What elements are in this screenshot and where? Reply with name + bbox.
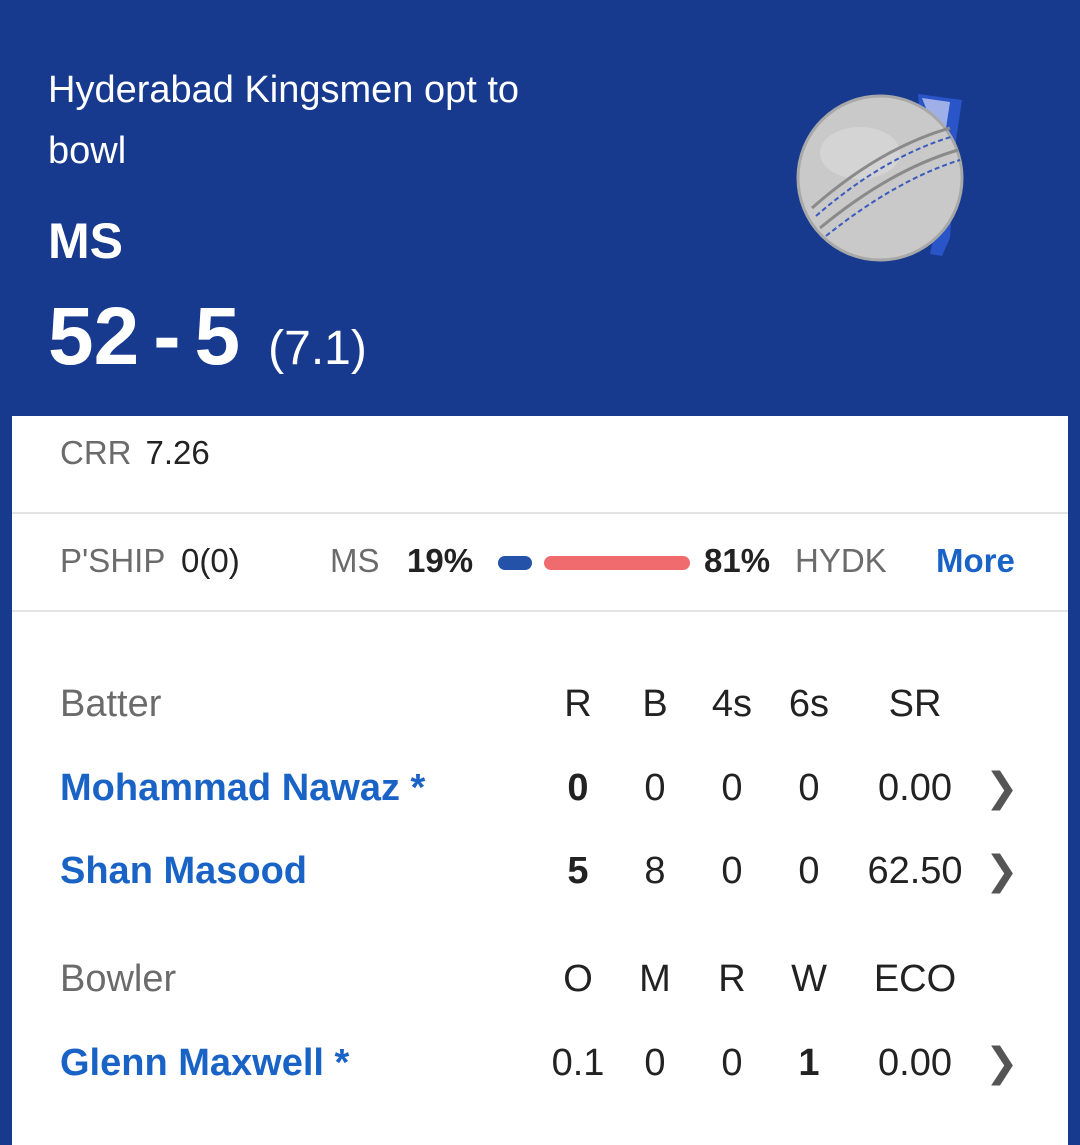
bowling-header: Bowler O M R W ECO xyxy=(60,958,1050,1008)
batter-row[interactable]: Shan Masood 5 8 0 0 62.50 ❯ xyxy=(60,848,1050,900)
win-prob-team1-pct: 19% xyxy=(407,542,474,579)
batter-runs: 5 xyxy=(567,850,589,892)
chevron-right-icon[interactable]: ❯ xyxy=(985,848,1019,894)
strike-rate-column-header: SR xyxy=(888,683,942,725)
bowler-wickets: 1 xyxy=(798,1042,820,1084)
batter-strike-rate: 0.00 xyxy=(878,767,952,809)
wickets: 5 xyxy=(194,291,241,382)
match-status: Hyderabad Kingsmen opt to bowl xyxy=(48,60,608,182)
batter-balls: 8 xyxy=(644,850,666,892)
bowler-runs: 0 xyxy=(721,1042,743,1084)
batter-fours: 0 xyxy=(721,767,743,809)
win-prob-team2: HYDK xyxy=(795,542,887,579)
batter-runs: 0 xyxy=(567,767,589,809)
win-prob-bar-team2 xyxy=(544,556,690,570)
score-separator: - xyxy=(153,291,181,382)
batter-balls: 0 xyxy=(644,767,666,809)
win-prob-team1: MS xyxy=(330,542,380,579)
chevron-right-icon[interactable]: ❯ xyxy=(985,765,1019,811)
runs-column-header: R xyxy=(564,683,592,725)
win-prob-team2-pct: 81% xyxy=(704,542,771,579)
batter-row[interactable]: Mohammad Nawaz * 0 0 0 0 0.00 ❯ xyxy=(60,765,1050,817)
team-score: 52 - 5 (7.1) xyxy=(48,290,367,384)
divider xyxy=(12,512,1068,514)
crr-value: 7.26 xyxy=(145,434,210,471)
bowler-column-header: Bowler xyxy=(60,958,177,1000)
wickets-column-header: W xyxy=(791,958,827,1000)
divider xyxy=(12,610,1068,612)
batter-column-header: Batter xyxy=(60,683,162,725)
more-link[interactable]: More xyxy=(936,542,1015,580)
match-status-line-1: Hyderabad Kingsmen opt to xyxy=(48,69,520,111)
overs-column-header: O xyxy=(563,958,593,1000)
bowler-row[interactable]: Glenn Maxwell * 0.1 0 0 1 0.00 ❯ xyxy=(60,1040,1050,1092)
current-run-rate: CRR 7.26 xyxy=(60,434,210,472)
batter-sixes: 0 xyxy=(798,767,820,809)
bowler-name[interactable]: Glenn Maxwell * xyxy=(60,1042,349,1085)
win-prob-bar-team1 xyxy=(498,556,532,570)
batter-name[interactable]: Shan Masood xyxy=(60,850,307,893)
batter-fours: 0 xyxy=(721,850,743,892)
partnership-label: P'SHIP xyxy=(60,542,166,579)
chevron-right-icon[interactable]: ❯ xyxy=(985,1040,1019,1086)
batting-team: MS xyxy=(48,213,123,269)
scorecard-panel: CRR 7.26 P'SHIP 0(0) MS 19% 81% HYDK Mor… xyxy=(12,416,1068,1145)
bowler-maidens: 0 xyxy=(644,1042,666,1084)
balls-column-header: B xyxy=(642,683,668,725)
runs-conceded-column-header: R xyxy=(718,958,746,1000)
cricket-ball-icon xyxy=(796,94,964,262)
runs: 52 xyxy=(48,291,140,382)
bowler-economy: 0.00 xyxy=(878,1042,952,1084)
partnership-row: P'SHIP 0(0) MS 19% 81% HYDK More xyxy=(60,542,1020,584)
sixes-column-header: 6s xyxy=(788,683,830,725)
partnership-value: 0(0) xyxy=(181,542,240,579)
maidens-column-header: M xyxy=(639,958,671,1000)
economy-column-header: ECO xyxy=(873,958,957,1000)
score-header: Hyderabad Kingsmen opt to bowl MS 52 - 5… xyxy=(0,0,1080,418)
crr-label: CRR xyxy=(60,434,132,471)
batter-strike-rate: 62.50 xyxy=(867,850,963,892)
batting-header: Batter R B 4s 6s SR xyxy=(60,683,1050,733)
fours-column-header: 4s xyxy=(711,683,753,725)
match-status-line-2: bowl xyxy=(48,130,127,172)
bowler-overs: 0.1 xyxy=(551,1042,605,1084)
batter-name[interactable]: Mohammad Nawaz * xyxy=(60,767,425,810)
overs: (7.1) xyxy=(268,322,367,375)
batter-sixes: 0 xyxy=(798,850,820,892)
